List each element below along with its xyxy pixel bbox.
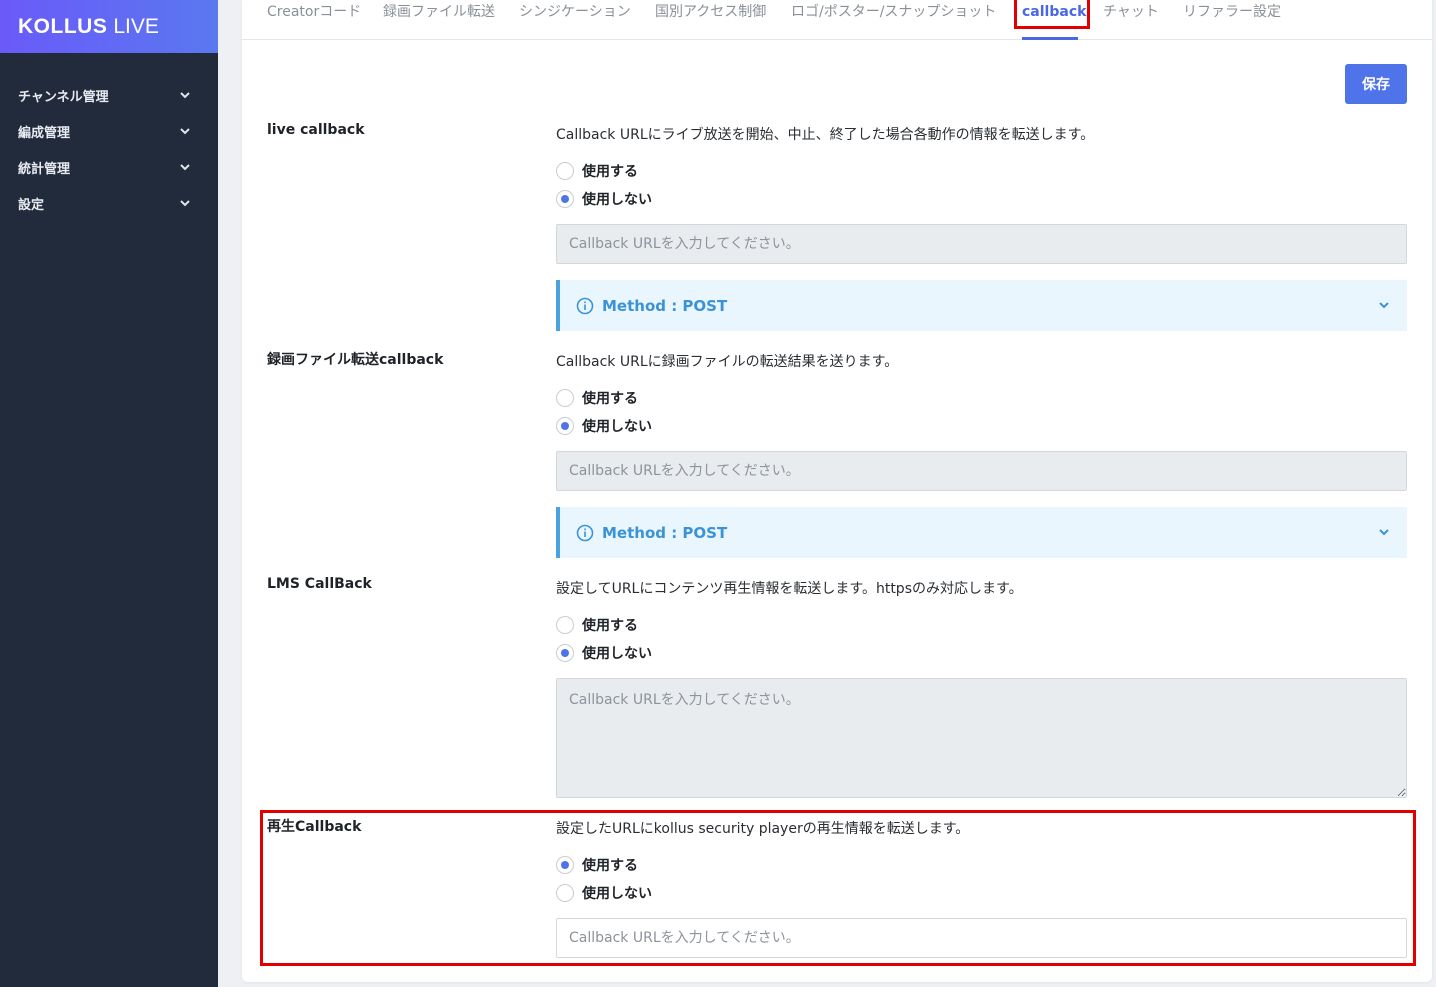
playback-callback-enable-option[interactable]: 使用する	[556, 855, 638, 875]
method-label: Method : POST	[602, 523, 728, 542]
info-icon	[576, 297, 594, 314]
live-callback-enable-option[interactable]: 使用する	[556, 161, 638, 181]
sidebar-nav: チャンネル管理 編成管理 統計管理 設定	[0, 77, 218, 221]
tab-chat[interactable]: チャット	[1103, 0, 1159, 40]
tab-country-access[interactable]: 国別アクセス制御	[655, 0, 766, 40]
lms-callback-disable-option[interactable]: 使用しない	[556, 643, 652, 663]
radio-button[interactable]	[556, 162, 574, 180]
radio-label: 使用しない	[582, 886, 652, 902]
sidebar-item-label: 統計管理	[18, 161, 71, 177]
lms-callback-url-textarea[interactable]	[556, 678, 1407, 798]
radio-label: 使用する	[582, 858, 638, 874]
chevron-down-icon	[1379, 529, 1389, 536]
recording-callback-url-input[interactable]	[556, 451, 1407, 491]
sidebar: KOLLUS LIVE チャンネル管理 編成管理 統計管理 設定	[0, 0, 218, 987]
chevron-down-icon	[180, 92, 190, 99]
recording-callback-description: Callback URLに録画ファイルの転送結果を送ります。	[556, 354, 899, 370]
sidebar-item-stats[interactable]: 統計管理	[0, 149, 218, 185]
live-callback-method-panel[interactable]: Method : POST	[556, 280, 1407, 331]
sidebar-item-schedule[interactable]: 編成管理	[0, 113, 218, 149]
lms-callback-enable-option[interactable]: 使用する	[556, 615, 638, 635]
brand-name: KOLLUS	[18, 14, 108, 38]
info-icon	[576, 524, 594, 541]
sidebar-item-label: 設定	[18, 197, 45, 213]
brand-suffix: LIVE	[113, 14, 159, 38]
sidebar-item-channel[interactable]: チャンネル管理	[0, 77, 218, 113]
tab-referrer[interactable]: リファラー設定	[1183, 0, 1281, 40]
tab-recording-transfer[interactable]: 録画ファイル転送	[383, 0, 495, 40]
radio-label: 使用しない	[582, 419, 652, 435]
sidebar-item-label: 編成管理	[18, 125, 71, 141]
radio-label: 使用しない	[582, 646, 652, 662]
chevron-down-icon	[1379, 302, 1389, 309]
live-callback-description: Callback URLにライブ放送を開始、中止、終了した場合各動作の情報を転送…	[556, 127, 1095, 143]
chevron-down-icon	[180, 164, 190, 171]
lms-callback-description: 設定してURLにコンテンツ再生情報を転送します。httpsのみ対応します。	[556, 581, 1023, 597]
tab-bar: Creatorコード 録画ファイル転送 シンジケーション 国別アクセス制御 ロゴ…	[242, 0, 1432, 40]
method-label: Method : POST	[602, 296, 728, 315]
radio-button-selected[interactable]	[556, 856, 574, 874]
recording-callback-enable-option[interactable]: 使用する	[556, 388, 638, 408]
radio-button-selected[interactable]	[556, 190, 574, 208]
chevron-down-icon	[180, 200, 190, 207]
tab-callback[interactable]: callback	[1022, 0, 1086, 40]
playback-callback-label: 再生Callback	[267, 819, 362, 835]
recording-callback-disable-option[interactable]: 使用しない	[556, 416, 652, 436]
recording-callback-method-panel[interactable]: Method : POST	[556, 507, 1407, 558]
tab-creator-code[interactable]: Creatorコード	[267, 0, 361, 40]
playback-callback-disable-option[interactable]: 使用しない	[556, 883, 652, 903]
radio-button[interactable]	[556, 616, 574, 634]
radio-label: 使用する	[582, 618, 638, 634]
radio-label: 使用する	[582, 391, 638, 407]
radio-button[interactable]	[556, 389, 574, 407]
live-callback-url-input[interactable]	[556, 224, 1407, 264]
lms-callback-label: LMS CallBack	[267, 576, 372, 592]
chevron-down-icon	[180, 128, 190, 135]
live-callback-disable-option[interactable]: 使用しない	[556, 189, 652, 209]
live-callback-label: live callback	[267, 122, 365, 138]
radio-label: 使用する	[582, 164, 638, 180]
recording-callback-label: 録画ファイル転送callback	[267, 352, 444, 368]
sidebar-item-label: チャンネル管理	[18, 89, 109, 105]
sidebar-item-settings[interactable]: 設定	[0, 185, 218, 221]
radio-button-selected[interactable]	[556, 644, 574, 662]
playback-callback-url-input[interactable]	[556, 918, 1407, 958]
settings-card: Creatorコード 録画ファイル転送 シンジケーション 国別アクセス制御 ロゴ…	[242, 0, 1432, 982]
save-button[interactable]: 保存	[1345, 64, 1407, 104]
radio-button[interactable]	[556, 884, 574, 902]
tab-logo-poster-snapshot[interactable]: ロゴ/ポスター/スナップショット	[791, 0, 996, 40]
brand-logo[interactable]: KOLLUS LIVE	[0, 0, 218, 53]
active-tab-indicator	[1022, 37, 1078, 40]
radio-label: 使用しない	[582, 192, 652, 208]
radio-button-selected[interactable]	[556, 417, 574, 435]
tab-syndication[interactable]: シンジケーション	[519, 0, 631, 40]
playback-callback-description: 設定したURLにkollus security playerの再生情報を転送しま…	[556, 821, 970, 837]
